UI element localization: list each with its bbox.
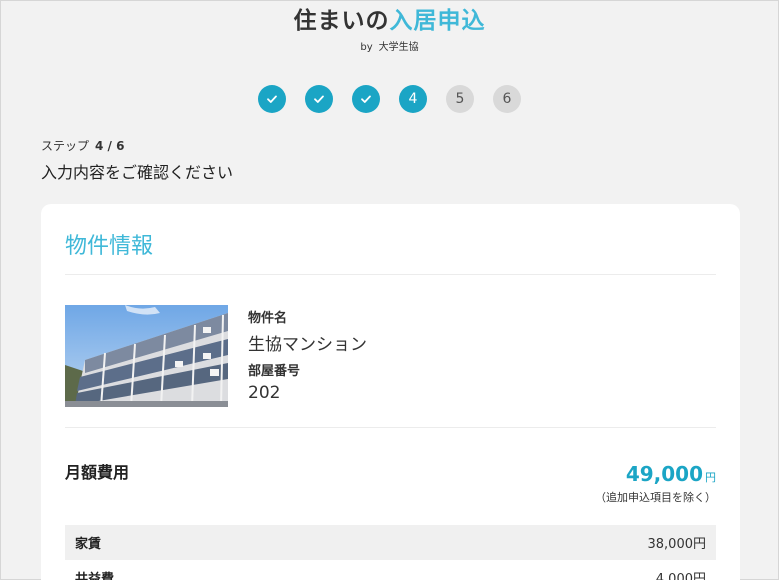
property-name-field: 物件名 生協マンション (248, 307, 367, 355)
divider (65, 427, 716, 428)
step-progress-label: ステップ 4 / 6 (41, 137, 233, 154)
property-photo (65, 305, 228, 407)
check-icon (361, 95, 371, 103)
step-4-current: 4 (399, 85, 427, 113)
app-header: 住まいの入居申込 by 大学生協 (1, 1, 778, 61)
step-6-todo: 6 (493, 85, 521, 113)
property-section-title: 物件情報 (65, 234, 154, 259)
brand-by: by (360, 42, 373, 53)
brand-subtitle: by 大学生協 (1, 38, 778, 53)
brand-title-main: 住まいの (293, 8, 390, 34)
confirmation-card: 物件情報 物件名 生協マンション 部屋番号 202 月額費用 49,000 円 … (41, 204, 740, 580)
monthly-fee-amount: 49,000 円 (626, 462, 716, 486)
step-progress-value: 4 / 6 (95, 139, 125, 153)
fee-amount: 4,000円 (655, 572, 706, 580)
brand-logo[interactable]: 住まいの入居申込 (1, 5, 778, 37)
check-icon (267, 95, 277, 103)
property-name-value: 生協マンション (248, 335, 367, 355)
step-word: ステップ (41, 139, 90, 153)
room-number-value: 202 (248, 383, 281, 403)
brand-org: 大学生協 (378, 42, 419, 53)
step-5-todo: 5 (446, 85, 474, 113)
fee-row-rent: 家賃 38,000円 (65, 525, 716, 560)
fee-label: 共益費 (75, 572, 115, 580)
monthly-fee-note: （追加申込項目を除く） (595, 491, 716, 504)
fee-label: 家賃 (75, 537, 102, 552)
page-title: 入力内容をご確認ください (41, 163, 234, 182)
step-indicator: 4 5 6 (1, 85, 778, 113)
brand-title-accent: 入居申込 (389, 8, 486, 34)
step-3-done (352, 85, 380, 113)
divider (65, 274, 716, 275)
monthly-fee-value: 49,000 (625, 462, 703, 486)
room-number-label: 部屋番号 (248, 364, 301, 379)
step-2-done (305, 85, 333, 113)
fee-amount: 38,000円 (647, 537, 707, 552)
monthly-fee-label: 月額費用 (65, 463, 130, 482)
check-icon (314, 95, 324, 103)
room-number-field: 部屋番号 202 (248, 360, 300, 403)
step-info: ステップ 4 / 6 入力内容をご確認ください (41, 137, 233, 183)
step-1-done (258, 85, 286, 113)
monthly-fee-unit: 円 (705, 471, 716, 484)
property-name-label: 物件名 (248, 311, 288, 326)
fee-row-common-service: 共益費 4,000円 (65, 560, 716, 580)
